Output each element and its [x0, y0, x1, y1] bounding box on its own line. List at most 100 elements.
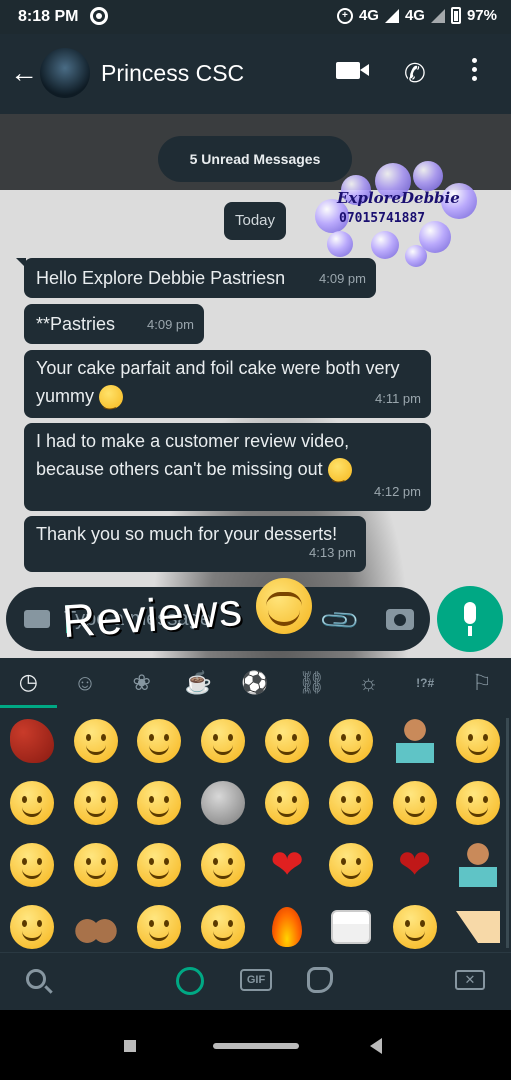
keyboard-icon[interactable]	[24, 610, 50, 628]
broken-heart-icon[interactable]: ❤	[383, 834, 447, 896]
yawning-face-icon[interactable]	[128, 834, 192, 896]
system-nav-bar	[0, 1010, 511, 1080]
home-button[interactable]	[213, 1043, 299, 1049]
star-struck-icon[interactable]	[128, 710, 192, 772]
smiling-face-icon[interactable]	[64, 772, 128, 834]
video-call-icon[interactable]	[336, 62, 369, 79]
food-icon[interactable]: ☕	[170, 658, 227, 708]
sad-relieved-face-icon[interactable]	[0, 772, 64, 834]
message-bubble[interactable]: Hello Explore Debbie Pastriesn 4:09 pm	[16, 258, 376, 298]
message-time: 4:12 pm	[374, 484, 421, 499]
message-bubble[interactable]: Thank you so much for your desserts! 4:1…	[24, 516, 366, 572]
smirking-face-icon[interactable]	[255, 710, 319, 772]
person-shrugging-icon[interactable]	[383, 710, 447, 772]
bubble-decoration	[327, 231, 353, 257]
emoji-tab-icon[interactable]	[176, 967, 204, 995]
message-time: 4:13 pm	[309, 545, 356, 560]
smiling-face-icon	[99, 385, 124, 415]
signal-icon	[384, 8, 399, 23]
date-chip: Today	[224, 202, 286, 240]
message-text: Thank you so much for your desserts!	[36, 524, 338, 544]
network-label-1: 4G	[358, 7, 379, 24]
raising-hands-icon[interactable]	[64, 896, 128, 950]
message-bubble[interactable]: **Pastries 4:09 pm	[24, 304, 204, 344]
symbols-icon[interactable]: !?#	[397, 658, 454, 708]
signal-icon	[430, 8, 445, 23]
battery-percent: 97%	[466, 7, 497, 24]
soccer-ball-icon[interactable]: ⚽	[227, 658, 284, 708]
message-time: 4:11 pm	[374, 391, 421, 406]
sticker-tab-icon[interactable]	[307, 967, 333, 993]
keyboard-toolbar: GIF ✕	[0, 952, 511, 1010]
car-icon[interactable]: ⛓	[283, 658, 340, 708]
recent-icon[interactable]: ◷	[0, 658, 57, 708]
face-holding-back-tears-icon[interactable]	[319, 834, 383, 896]
back-button[interactable]	[370, 1038, 382, 1054]
paperclip-icon[interactable]: 📎	[318, 598, 363, 643]
voice-call-icon[interactable]: ✆	[404, 58, 426, 89]
status-bar: 8:18 PM + 4G 4G 97%	[0, 0, 511, 34]
smiling-face-with-smiling-eyes-icon[interactable]	[319, 772, 383, 834]
smiley-icon[interactable]: ☺	[57, 658, 114, 708]
status-indicators: + 4G 4G 97%	[336, 7, 497, 24]
lightbulb-icon[interactable]: ☼	[340, 658, 397, 708]
sneezing-face-icon[interactable]	[191, 834, 255, 896]
thinking-face-icon[interactable]	[0, 896, 64, 950]
rolling-on-floor-laughing-icon[interactable]	[447, 710, 511, 772]
message-time: 4:09 pm	[319, 271, 366, 286]
avatar[interactable]	[40, 48, 90, 98]
pleading-face-icon[interactable]	[64, 834, 128, 896]
message-text: **Pastries	[36, 314, 116, 334]
shortcake-icon[interactable]	[447, 896, 511, 950]
bubble-decoration	[413, 161, 443, 191]
message-time: 4:09 pm	[147, 317, 194, 332]
message-text: Hello Explore Debbie Pastriesn	[36, 268, 286, 288]
emoji-grid: ❤ ❤	[0, 710, 511, 950]
network-label-2: 4G	[404, 7, 425, 24]
contact-name[interactable]: Princess CSC	[101, 60, 244, 87]
chat-header: ← Princess CSC ✆	[0, 34, 511, 114]
settings-icon	[90, 7, 108, 25]
partying-face-icon[interactable]	[191, 896, 255, 950]
emoji-scrollbar[interactable]	[506, 718, 509, 948]
status-time: 8:18 PM	[18, 8, 79, 25]
bubble-decoration	[405, 245, 427, 267]
watermark-brand: ExploreDebbie	[337, 189, 460, 207]
money-mouth-face-icon[interactable]	[383, 772, 447, 834]
smiling-face-with-hearts-icon[interactable]	[0, 834, 64, 896]
backspace-icon[interactable]: ✕	[455, 970, 485, 990]
battery-icon	[450, 7, 461, 24]
bubble-decoration	[371, 231, 399, 259]
watermark-phone: 07015741887	[339, 211, 426, 226]
more-options-icon[interactable]	[472, 58, 478, 85]
red-heart-icon[interactable]: ❤	[255, 834, 319, 896]
microphone-button[interactable]	[437, 586, 503, 652]
drooling-face-icon[interactable]	[319, 710, 383, 772]
face-with-tears-of-joy-icon[interactable]	[64, 710, 128, 772]
zany-face-icon[interactable]	[255, 772, 319, 834]
flag-icon[interactable]: ⚐	[454, 658, 511, 708]
beaming-face-icon[interactable]	[128, 896, 192, 950]
data-saver-icon: +	[336, 7, 353, 24]
recents-button[interactable]	[124, 1040, 136, 1052]
message-bubble[interactable]: Your cake parfait and foil cake were bot…	[24, 350, 431, 418]
message-bubble[interactable]: I had to make a customer review video, b…	[24, 423, 431, 511]
grinning-face-with-sweat-icon[interactable]	[128, 772, 192, 834]
gif-tab-icon[interactable]: GIF	[240, 969, 272, 991]
smiling-face-overlay-icon	[256, 578, 312, 634]
new-moon-face-icon[interactable]	[191, 772, 255, 834]
weary-face-icon[interactable]	[447, 772, 511, 834]
fire-icon[interactable]	[255, 896, 319, 950]
animal-icon[interactable]: ❀	[113, 658, 170, 708]
birthday-cake-icon[interactable]	[319, 896, 383, 950]
arrow-left-icon[interactable]: ←	[10, 59, 38, 87]
search-icon[interactable]	[26, 969, 46, 989]
camera-icon[interactable]	[386, 609, 414, 630]
emoji-category-bar: ◷ ☺ ❀ ☕ ⚽ ⛓ ☼ !?# ⚐	[0, 658, 511, 708]
face-savoring-food-icon[interactable]	[191, 710, 255, 772]
chat-area[interactable]: 5 Unread Messages Today ExploreDebbie 07…	[0, 114, 511, 659]
neutral-face-icon[interactable]	[383, 896, 447, 950]
woman-dancing-icon[interactable]	[0, 710, 64, 772]
message-text: Your cake parfait and foil cake were bot…	[36, 358, 400, 406]
person-facepalming-icon[interactable]	[447, 834, 511, 896]
